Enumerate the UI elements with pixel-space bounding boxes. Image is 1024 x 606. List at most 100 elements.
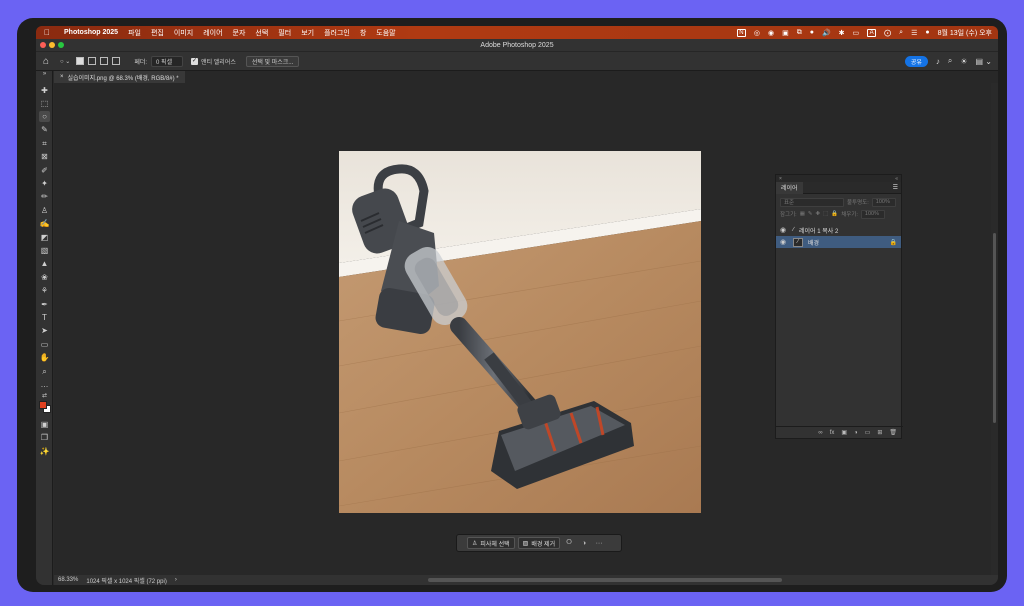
visibility-eye-icon[interactable]: ◉ (780, 238, 788, 246)
mirror-icon[interactable]: ⧉ (797, 29, 802, 37)
volume-icon[interactable]: 🔊 (822, 29, 831, 37)
wifi-icon[interactable]: ⨀ (884, 29, 891, 37)
history-brush-tool-icon[interactable]: ✍ (39, 218, 50, 229)
visibility-eye-icon[interactable]: ◉ (780, 226, 788, 234)
smudge-tool-icon[interactable]: ⚘ (39, 285, 50, 296)
move-tool-icon[interactable]: ✚ (39, 85, 50, 96)
adjustment-layer-icon[interactable]: ◑ (854, 430, 858, 436)
search-icon[interactable]: ⌕ (899, 29, 903, 37)
lock-artboard-icon[interactable]: ⬚ (823, 211, 828, 217)
type-tool-icon[interactable]: T (39, 312, 50, 323)
menu-file[interactable]: 파일 (128, 28, 141, 38)
dodge-tool-icon[interactable]: ❀ (39, 272, 50, 283)
fx-icon[interactable]: fx (830, 430, 835, 436)
search-icon[interactable]: ⌕ (948, 56, 952, 66)
input-source-icon[interactable]: A (867, 28, 877, 37)
swirl-icon[interactable]: ◎ (754, 29, 760, 37)
crop-tool-icon[interactable]: ⌗ (39, 138, 50, 149)
menu-select[interactable]: 선택 (255, 28, 268, 38)
lock-pixels-icon[interactable]: ✎ (808, 211, 813, 217)
workspace-icon[interactable]: ▤ ⌄ (976, 57, 992, 66)
menu-view[interactable]: 보기 (301, 28, 314, 38)
lock-position-icon[interactable]: ✚ (816, 211, 821, 217)
layer-row-background[interactable]: ◉ ∕ 배경 🔒 (776, 236, 901, 248)
delete-layer-icon[interactable]: 🗑 (889, 429, 897, 436)
eyedropper-tool-icon[interactable]: ✐ (39, 165, 50, 176)
frame-tool-icon[interactable]: ⊠ (39, 151, 50, 162)
menu-plugins[interactable]: 플러그인 (324, 28, 350, 38)
marquee-tool-icon[interactable]: ⬚ (39, 98, 50, 109)
edit-toolbar-icon[interactable]: … (39, 379, 50, 390)
add-selection-icon[interactable] (88, 57, 97, 65)
blur-tool-icon[interactable]: ▲ (39, 258, 50, 269)
collapse-panel-icon[interactable]: « (895, 176, 898, 182)
select-subject-button[interactable]: ♙ 피사체 선택 (467, 537, 515, 549)
remove-background-button[interactable]: ▨ 배경 제거 (517, 537, 561, 549)
zoom-level[interactable]: 68.33% (58, 577, 78, 583)
pen-tool-icon[interactable]: ✒ (39, 299, 50, 310)
layer-row[interactable]: ◉ ∕ 레이어 1 복사 2 (776, 224, 901, 236)
quick-selection-tool-icon[interactable]: ✎ (39, 124, 50, 135)
apple-icon[interactable]:  (44, 28, 54, 37)
clock-text[interactable]: 8월 13일 (수) 오후 (938, 28, 992, 38)
healing-brush-tool-icon[interactable]: ✦ (39, 178, 50, 189)
quick-mask-icon[interactable]: ▣ (39, 419, 50, 430)
gradient-tool-icon[interactable]: ▧ (39, 245, 50, 256)
new-group-icon[interactable]: ▭ (865, 429, 871, 436)
new-selection-icon[interactable] (76, 57, 85, 65)
close-tab-icon[interactable]: × (60, 74, 64, 80)
opacity-input[interactable]: 100% (871, 197, 896, 207)
menu-filter[interactable]: 필터 (278, 28, 291, 38)
n-badge-icon[interactable]: N (736, 28, 746, 37)
feather-input[interactable]: 0 픽셀 (151, 55, 184, 67)
screen-mode-icon[interactable]: ❐ (39, 432, 50, 443)
vertical-scrollbar[interactable] (991, 83, 998, 575)
display-icon[interactable]: ▣ (782, 29, 789, 37)
chat-icon[interactable]: ◉ (768, 29, 774, 37)
tab-layers[interactable]: 레이어 (776, 181, 803, 194)
menu-type[interactable]: 문자 (233, 28, 246, 38)
brush-tool-icon[interactable]: ✏ (39, 191, 50, 202)
vacuum-photo[interactable] (339, 151, 701, 513)
menu-window[interactable]: 창 (360, 28, 366, 38)
status-arrow-icon[interactable]: › (175, 577, 177, 583)
more-options-icon[interactable]: ··· (593, 540, 605, 547)
siri-icon[interactable]: ● (925, 29, 929, 36)
bluetooth-icon[interactable]: ✱ (839, 29, 845, 37)
zoom-window-button[interactable] (58, 42, 64, 48)
intersect-selection-icon[interactable] (112, 57, 121, 65)
menu-edit[interactable]: 편집 (151, 28, 164, 38)
eraser-tool-icon[interactable]: ◩ (39, 232, 50, 243)
blend-mode-select[interactable]: 표준 (780, 197, 844, 207)
add-mask-icon[interactable]: ▣ (841, 429, 847, 436)
battery-icon[interactable]: ▭ (853, 29, 860, 37)
lock-all-icon[interactable]: 🔒 (831, 211, 838, 217)
path-selection-tool-icon[interactable]: ➤ (39, 325, 50, 336)
menu-layer[interactable]: 레이어 (203, 28, 222, 38)
menu-image[interactable]: 이미지 (174, 28, 193, 38)
zoom-tool-icon[interactable]: ⌕ (39, 366, 50, 377)
subtract-selection-icon[interactable] (100, 57, 109, 65)
lock-icon[interactable]: 🔒 (890, 239, 897, 246)
adjust-icon[interactable]: ◑ (578, 540, 590, 547)
vertical-scroll-thumb[interactable] (993, 233, 996, 423)
fill-input[interactable]: 100% (860, 209, 885, 219)
home-icon[interactable]: ⌂ (36, 56, 56, 67)
hand-tool-icon[interactable]: ✋ (39, 352, 50, 363)
clone-stamp-tool-icon[interactable]: ♙ (39, 205, 50, 216)
antialias-toggle[interactable]: ✓ 앤티 앨리어스 (187, 55, 240, 67)
select-and-mask-button[interactable]: 선택 및 마스크... (245, 55, 300, 67)
close-window-button[interactable] (40, 42, 46, 48)
document-tab[interactable]: × 실습이미지.png @ 68.3% (배경, RGB/8#) * (54, 71, 185, 83)
share-button[interactable]: 공유 (904, 55, 928, 67)
new-layer-icon[interactable]: ⊞ (877, 429, 882, 436)
lasso-preset-icon[interactable]: ○ ⌄ (56, 55, 74, 67)
generative-fill-icon[interactable]: ✨ (39, 446, 50, 457)
control-center-icon[interactable]: ☰ (911, 29, 917, 37)
minimize-window-button[interactable] (49, 42, 55, 48)
transform-icon[interactable]: ⭘ (563, 539, 575, 547)
horizontal-scroll-thumb[interactable] (428, 578, 782, 582)
app-name-menu[interactable]: Photoshop 2025 (64, 29, 118, 36)
discover-icon[interactable]: ☀ (960, 57, 967, 66)
notification-bell-icon[interactable]: ♪ (936, 57, 940, 66)
